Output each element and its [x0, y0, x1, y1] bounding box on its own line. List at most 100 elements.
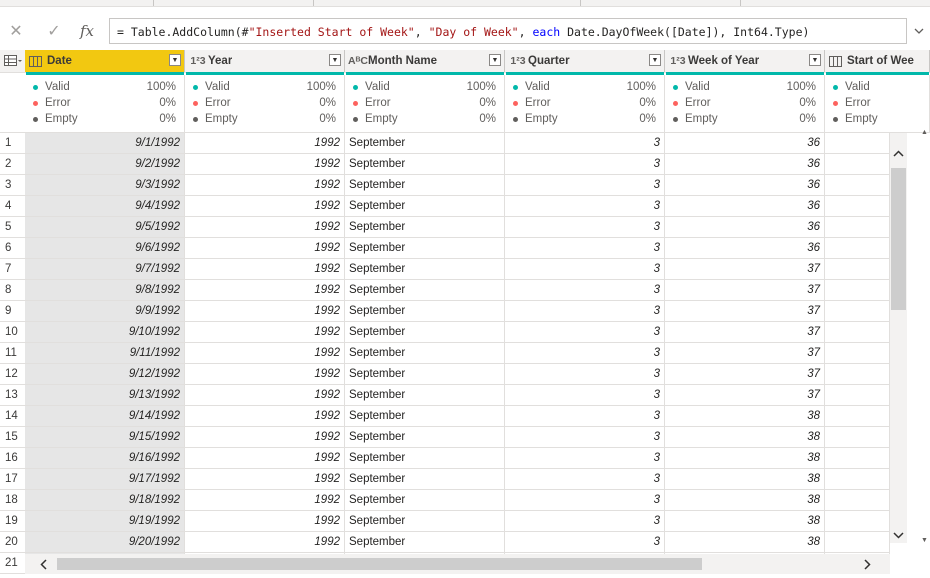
table-cell[interactable]: 37	[665, 364, 825, 384]
table-cell[interactable]: 9/15/1992	[25, 427, 185, 447]
table-cell[interactable]	[825, 175, 890, 195]
table-cell[interactable]	[825, 133, 890, 153]
table-cell[interactable]: 3	[505, 322, 665, 342]
table-cell[interactable]: 3	[505, 385, 665, 405]
table-cell[interactable]: 1992	[185, 217, 345, 237]
table-cell[interactable]: September	[345, 322, 505, 342]
table-cell[interactable]: 38	[665, 532, 825, 552]
table-cell[interactable]: September	[345, 301, 505, 321]
table-cell[interactable]: September	[345, 490, 505, 510]
table-cell[interactable]: 1992	[185, 364, 345, 384]
chevron-right-icon[interactable]	[857, 554, 877, 574]
table-cell[interactable]	[825, 385, 890, 405]
table-cell[interactable]: 1992	[185, 301, 345, 321]
filter-dropdown-icon[interactable]: ▼	[809, 54, 821, 66]
table-cell[interactable]: 3	[505, 343, 665, 363]
table-cell[interactable]: 3	[505, 532, 665, 552]
table-cell[interactable]: September	[345, 280, 505, 300]
close-icon[interactable]: ✕	[5, 18, 27, 44]
table-cell[interactable]: September	[345, 364, 505, 384]
column-header-week-of-year[interactable]: 1²3 Week of Year ▼	[665, 50, 825, 72]
filter-dropdown-icon[interactable]: ▼	[489, 54, 501, 66]
table-cell[interactable]: 1992	[185, 322, 345, 342]
table-cell[interactable]: 3	[505, 490, 665, 510]
table-cell[interactable]: 9/13/1992	[25, 385, 185, 405]
column-header-date[interactable]: Date ▼	[25, 50, 185, 72]
table-cell[interactable]	[825, 196, 890, 216]
table-cell[interactable]: 36	[665, 238, 825, 258]
filter-dropdown-icon[interactable]: ▼	[329, 54, 341, 66]
table-cell[interactable]: 37	[665, 259, 825, 279]
table-cell[interactable]: 1992	[185, 175, 345, 195]
table-cell[interactable]: September	[345, 238, 505, 258]
horizontal-scrollbar[interactable]	[25, 554, 890, 574]
table-cell[interactable]: September	[345, 427, 505, 447]
row-number[interactable]: 20	[0, 532, 25, 552]
table-cell[interactable]: 37	[665, 280, 825, 300]
table-cell[interactable]: September	[345, 406, 505, 426]
table-cell[interactable]: 9/18/1992	[25, 490, 185, 510]
table-cell[interactable]: September	[345, 259, 505, 279]
table-cell[interactable]: 3	[505, 154, 665, 174]
table-cell[interactable]: 3	[505, 364, 665, 384]
table-cell[interactable]	[825, 259, 890, 279]
vertical-scrollbar[interactable]	[890, 133, 907, 543]
table-cell[interactable]: 1992	[185, 490, 345, 510]
table-cell[interactable]: 9/17/1992	[25, 469, 185, 489]
table-cell[interactable]: September	[345, 532, 505, 552]
table-cell[interactable]	[825, 280, 890, 300]
table-cell[interactable]: September	[345, 469, 505, 489]
table-cell[interactable]	[825, 301, 890, 321]
filter-dropdown-icon[interactable]: ▼	[169, 54, 181, 66]
formula-input[interactable]: = Table.AddColumn(#"Inserted Start of We…	[109, 18, 907, 44]
table-cell[interactable]: 3	[505, 280, 665, 300]
table-cell[interactable]: 36	[665, 217, 825, 237]
table-cell[interactable]: 9/1/1992	[25, 133, 185, 153]
fx-icon[interactable]: fx	[76, 18, 98, 44]
table-cell[interactable]	[825, 511, 890, 531]
row-number[interactable]: 18	[0, 490, 25, 510]
table-cell[interactable]: September	[345, 133, 505, 153]
row-number[interactable]: 8	[0, 280, 25, 300]
table-cell[interactable]: 37	[665, 385, 825, 405]
table-cell[interactable]	[825, 343, 890, 363]
table-cell[interactable]: 1992	[185, 427, 345, 447]
table-cell[interactable]	[825, 532, 890, 552]
table-cell[interactable]: 38	[665, 427, 825, 447]
table-cell[interactable]: 9/16/1992	[25, 448, 185, 468]
table-cell[interactable]: 1992	[185, 238, 345, 258]
table-cell[interactable]: 9/20/1992	[25, 532, 185, 552]
column-header-start-of-wee[interactable]: Start of Wee	[825, 50, 930, 72]
table-cell[interactable]: 9/14/1992	[25, 406, 185, 426]
row-number[interactable]: 15	[0, 427, 25, 447]
table-cell[interactable]: 37	[665, 322, 825, 342]
table-cell[interactable]	[825, 238, 890, 258]
table-cell[interactable]	[825, 154, 890, 174]
table-cell[interactable]: 1992	[185, 196, 345, 216]
table-cell[interactable]: 3	[505, 259, 665, 279]
table-cell[interactable]: 1992	[185, 259, 345, 279]
table-cell[interactable]: 36	[665, 154, 825, 174]
table-cell[interactable]: September	[345, 196, 505, 216]
horizontal-scroll-thumb[interactable]	[57, 558, 702, 570]
table-cell[interactable]: 3	[505, 133, 665, 153]
table-cell[interactable]: September	[345, 343, 505, 363]
table-cell[interactable]: 9/3/1992	[25, 175, 185, 195]
row-number[interactable]: 10	[0, 322, 25, 342]
table-cell[interactable]: 1992	[185, 280, 345, 300]
table-cell[interactable]: 9/10/1992	[25, 322, 185, 342]
table-cell[interactable]: 1992	[185, 511, 345, 531]
table-menu-icon[interactable]	[0, 50, 25, 72]
table-cell[interactable]: 9/19/1992	[25, 511, 185, 531]
row-number[interactable]: 13	[0, 385, 25, 405]
table-cell[interactable]: 3	[505, 448, 665, 468]
row-number[interactable]: 12	[0, 364, 25, 384]
table-cell[interactable]: 9/6/1992	[25, 238, 185, 258]
table-cell[interactable]: 36	[665, 196, 825, 216]
table-cell[interactable]: 9/8/1992	[25, 280, 185, 300]
row-number[interactable]: 17	[0, 469, 25, 489]
table-cell[interactable]	[825, 490, 890, 510]
table-cell[interactable]: 3	[505, 301, 665, 321]
table-cell[interactable]: 3	[505, 196, 665, 216]
row-number[interactable]: 16	[0, 448, 25, 468]
